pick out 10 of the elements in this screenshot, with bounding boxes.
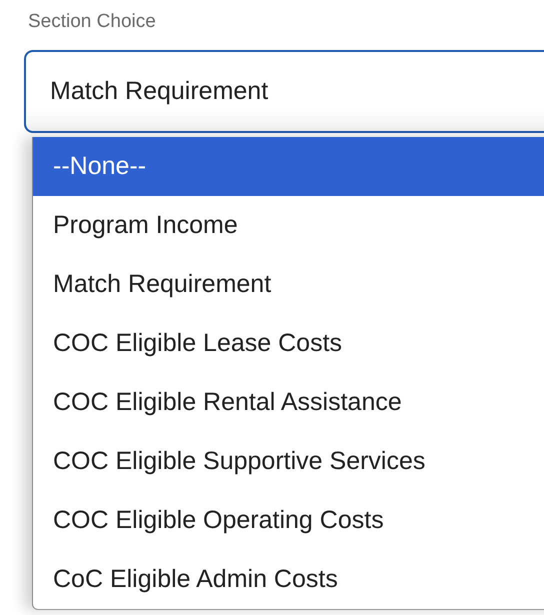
dropdown-option[interactable]: CoC Eligible Admin Costs	[33, 550, 544, 609]
dropdown-option[interactable]: COC Eligible Operating Costs	[33, 491, 544, 550]
section-select[interactable]: Match Requirement	[24, 50, 544, 133]
field-label: Section Choice	[28, 10, 157, 34]
dropdown-option[interactable]: COC Eligible Lease Costs	[33, 314, 544, 373]
dropdown-option[interactable]: Match Requirement	[33, 255, 544, 314]
dropdown-option[interactable]: Program Income	[33, 196, 544, 255]
dropdown-option[interactable]: COC Eligible Rental Assistance	[33, 373, 544, 432]
dropdown-option[interactable]: --None--	[33, 137, 544, 196]
dropdown-option[interactable]: COC Eligible Supportive Services	[33, 432, 544, 491]
